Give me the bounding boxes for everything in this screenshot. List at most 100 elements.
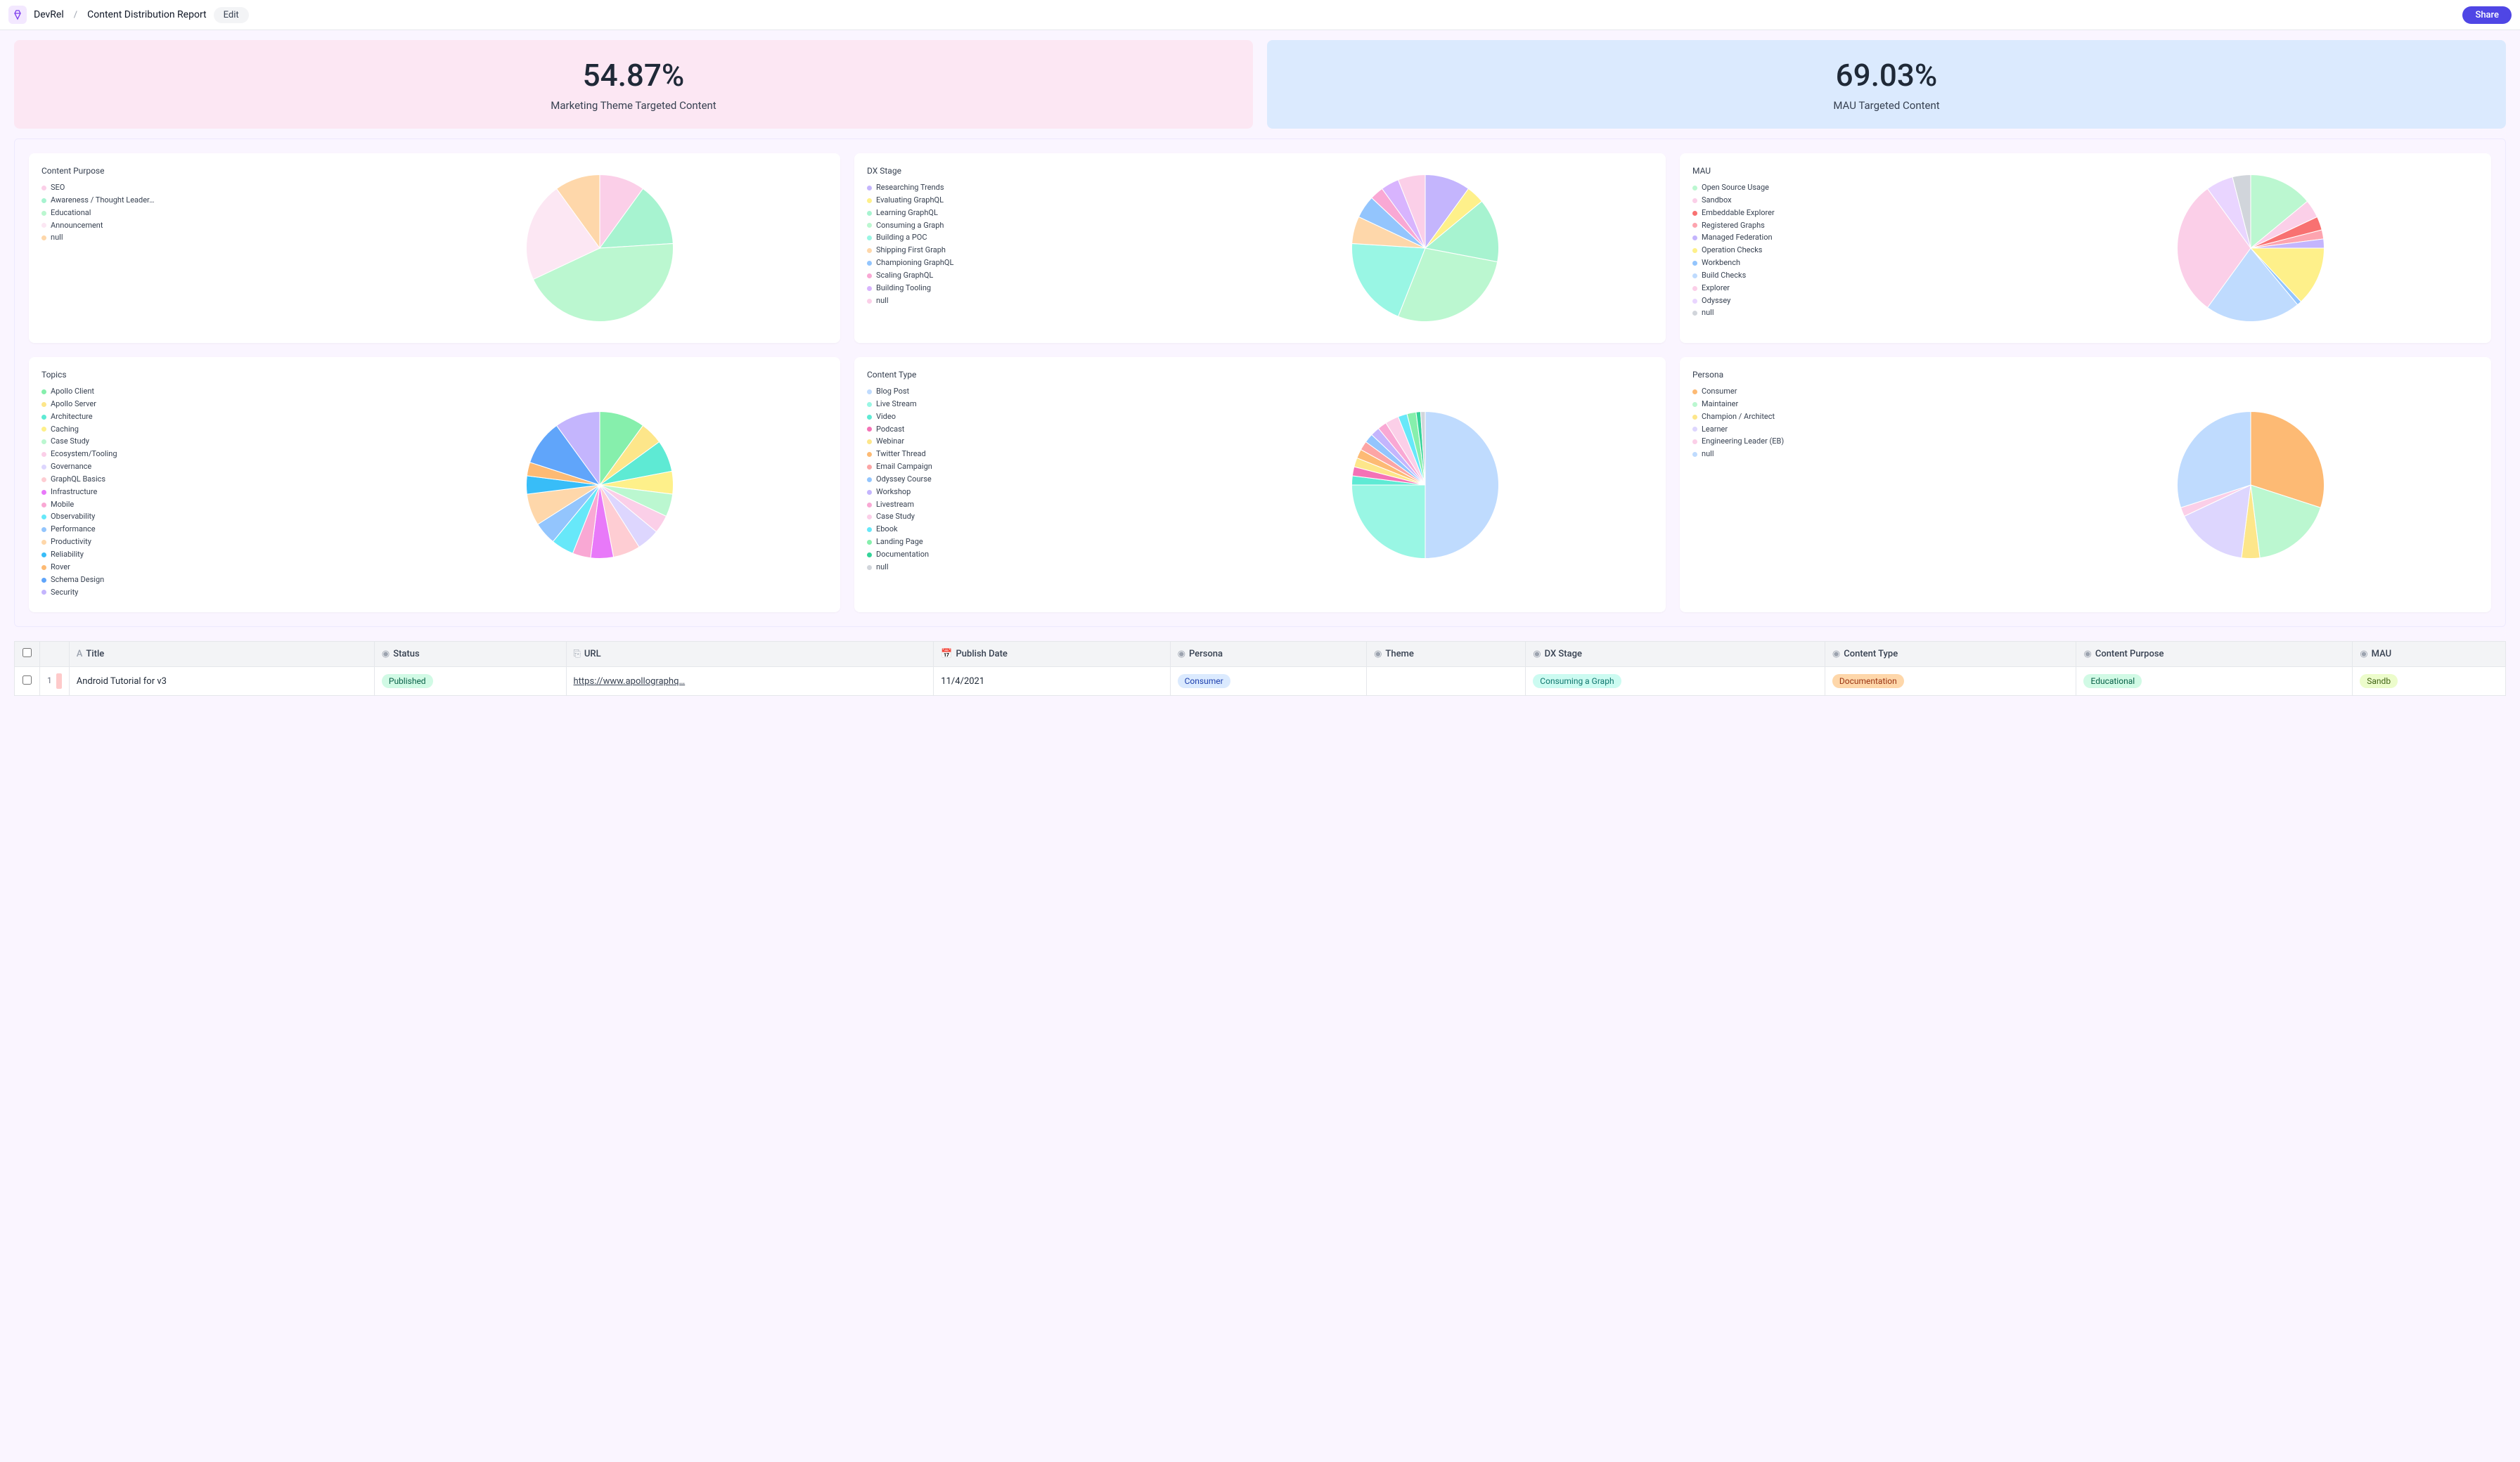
- chart-card: PersonaConsumerMaintainerChampion / Arch…: [1680, 357, 2491, 612]
- share-button[interactable]: Share: [2462, 6, 2512, 24]
- legend-swatch: [867, 439, 872, 444]
- legend-item: Evaluating GraphQL: [867, 195, 1197, 206]
- chart-card: Topics Apollo ClientApollo ServerArchitec…: [29, 357, 840, 612]
- legend-label: Livestream: [876, 500, 914, 510]
- legend-item: Governance: [41, 462, 372, 472]
- legend-swatch: [41, 452, 46, 457]
- table-row[interactable]: 1 Android Tutorial for v3 Published http…: [15, 667, 2506, 696]
- legend-label: Operation Checks: [1702, 245, 1763, 256]
- legend-label: Workbench: [1702, 258, 1740, 269]
- legend-item: Ebook: [867, 524, 1197, 535]
- legend-label: Documentation: [876, 550, 929, 560]
- legend-swatch: [41, 186, 46, 190]
- legend-swatch: [867, 427, 872, 432]
- select-all-checkbox[interactable]: [22, 648, 32, 657]
- chart-card: Content TypeBlog PostLive StreamVideoPod…: [854, 357, 1666, 612]
- legend-swatch: [867, 235, 872, 240]
- chart-card: DX StageResearching TrendsEvaluating Gra…: [854, 153, 1666, 343]
- legend-item: Engineering Leader (EB): [1692, 436, 2023, 447]
- chart-title: MAU: [1692, 166, 2023, 176]
- legend-item: Workbench: [1692, 258, 2023, 269]
- table-header-url[interactable]: ⎘URL: [566, 642, 934, 667]
- legend-item: Announcement: [41, 221, 372, 231]
- table-header-checkbox[interactable]: [15, 642, 40, 667]
- legend-item: Workshop: [867, 487, 1197, 498]
- table-header-title[interactable]: ATitle: [69, 642, 374, 667]
- legend-swatch: [867, 527, 872, 532]
- cell-url[interactable]: https://www.apollographq…: [574, 676, 686, 687]
- table-header-status[interactable]: ◉Status: [374, 642, 566, 667]
- legend-item: null: [41, 233, 372, 243]
- legend-item: Webinar: [867, 436, 1197, 447]
- legend-label: Security: [51, 588, 78, 598]
- legend-swatch: [41, 211, 46, 216]
- legend-item: SEO: [41, 183, 372, 193]
- legend-item: Sandbox: [1692, 195, 2023, 206]
- breadcrumb-workspace[interactable]: DevRel: [34, 9, 64, 20]
- legend-item: Infrastructure: [41, 487, 372, 498]
- chart-card: Content PurposeSEOAwareness / Thought Le…: [29, 153, 840, 343]
- table-header-mau[interactable]: ◉MAU: [2353, 642, 2506, 667]
- tag-dx-stage: Consuming a Graph: [1533, 674, 1621, 688]
- legend-label: Open Source Usage: [1702, 183, 1769, 193]
- legend-swatch: [867, 198, 872, 203]
- legend-swatch: [1692, 299, 1697, 304]
- table-header-persona[interactable]: ◉Persona: [1170, 642, 1366, 667]
- legend-label: Engineering Leader (EB): [1702, 436, 1784, 447]
- legend-label: Webinar: [876, 436, 904, 447]
- table-wrap: ATitle ◉Status ⎘URL 📅Publish Date ◉Perso…: [0, 641, 2520, 724]
- legend-swatch: [867, 465, 872, 470]
- row-checkbox[interactable]: [22, 675, 32, 685]
- dropdown-icon: ◉: [1178, 649, 1185, 659]
- legend-item: Caching: [41, 425, 372, 435]
- dropdown-icon: ◉: [2083, 649, 2091, 659]
- chart-title: Persona: [1692, 370, 2023, 380]
- legend-label: Registered Graphs: [1702, 221, 1765, 231]
- tag-persona: Consumer: [1178, 674, 1230, 688]
- legend-list: Open Source UsageSandboxEmbeddable Explo…: [1692, 183, 2023, 318]
- table-header-content-purpose[interactable]: ◉Content Purpose: [2076, 642, 2353, 667]
- legend-item: Case Study: [41, 436, 372, 447]
- kpi-value: 69.03%: [1284, 57, 2489, 93]
- legend-item: Managed Federation: [1692, 233, 2023, 243]
- legend-label: Live Stream: [876, 399, 917, 410]
- legend-item: null: [1692, 449, 2023, 460]
- chart-title: Topics: [41, 370, 372, 380]
- table-header-dx-stage[interactable]: ◉DX Stage: [1526, 642, 1825, 667]
- table-header-content-type[interactable]: ◉Content Type: [1825, 642, 2076, 667]
- legend-item: Championing GraphQL: [867, 258, 1197, 269]
- legend-label: Odyssey Course: [876, 474, 932, 485]
- legend-list: Apollo ClientApollo ServerArchitectureCa…: [41, 387, 372, 597]
- legend-item: Odyssey: [1692, 296, 2023, 306]
- legend-item: Champion / Architect: [1692, 412, 2023, 422]
- legend-label: Building Tooling: [876, 283, 931, 294]
- legend-swatch: [1692, 415, 1697, 420]
- legend-item: Awareness / Thought Leader…: [41, 195, 372, 206]
- table-header-publish-date[interactable]: 📅Publish Date: [934, 642, 1170, 667]
- legend-swatch: [1692, 311, 1697, 316]
- legend-label: Shipping First Graph: [876, 245, 946, 256]
- legend-swatch: [867, 402, 872, 407]
- legend-label: Workshop: [876, 487, 911, 498]
- legend-swatch: [41, 490, 46, 495]
- legend-item: Apollo Server: [41, 399, 372, 410]
- legend-swatch: [41, 465, 46, 470]
- legend-swatch: [1692, 198, 1697, 203]
- edit-button[interactable]: Edit: [214, 7, 249, 23]
- legend-swatch: [867, 490, 872, 495]
- page-title[interactable]: Content Distribution Report: [87, 9, 206, 20]
- kpi-row: 54.87% Marketing Theme Targeted Content …: [0, 30, 2520, 138]
- legend-label: Educational: [51, 208, 91, 219]
- legend-list: Blog PostLive StreamVideoPodcastWebinarT…: [867, 387, 1197, 573]
- legend-label: Evaluating GraphQL: [876, 195, 944, 206]
- table-header-rownum: [40, 642, 70, 667]
- pie-chart: [372, 370, 828, 600]
- legend-item: Email Campaign: [867, 462, 1197, 472]
- kpi-value: 54.87%: [31, 57, 1236, 93]
- legend-item: Building Tooling: [867, 283, 1197, 294]
- legend-label: Twitter Thread: [876, 449, 926, 460]
- legend-label: Build Checks: [1702, 271, 1746, 281]
- legend-item: Podcast: [867, 425, 1197, 435]
- chart-panel: Content PurposeSEOAwareness / Thought Le…: [14, 138, 2506, 627]
- table-header-theme[interactable]: ◉Theme: [1367, 642, 1526, 667]
